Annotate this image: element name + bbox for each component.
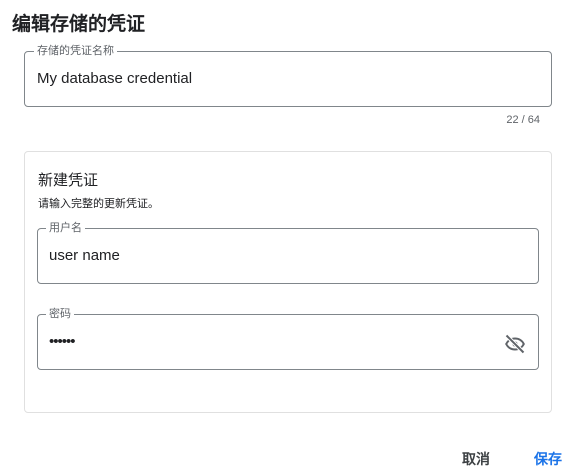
username-input[interactable]: user name — [49, 247, 120, 264]
credential-name-field[interactable]: 存储的凭证名称 My database credential — [24, 44, 552, 107]
character-counter: 22 / 64 — [506, 114, 540, 126]
username-field[interactable]: 用户名 user name — [37, 221, 539, 284]
password-label: 密码 — [46, 307, 74, 321]
new-credential-title: 新建凭证 — [38, 171, 99, 189]
dialog-title: 编辑存储的凭证 — [12, 13, 146, 35]
new-credential-card: 新建凭证 请输入完整的更新凭证。 用户名 user name 密码 •••••• — [24, 151, 552, 413]
save-button[interactable]: 保存 — [534, 449, 562, 469]
credential-name-input[interactable]: My database credential — [37, 70, 192, 87]
password-field[interactable]: 密码 •••••• — [37, 307, 539, 370]
username-label: 用户名 — [46, 221, 85, 235]
password-input[interactable]: •••••• — [49, 333, 75, 350]
credential-name-label: 存储的凭证名称 — [34, 44, 117, 58]
new-credential-hint: 请输入完整的更新凭证。 — [38, 197, 159, 210]
cancel-button[interactable]: 取消 — [462, 449, 490, 469]
visibility-off-icon[interactable] — [502, 331, 528, 357]
